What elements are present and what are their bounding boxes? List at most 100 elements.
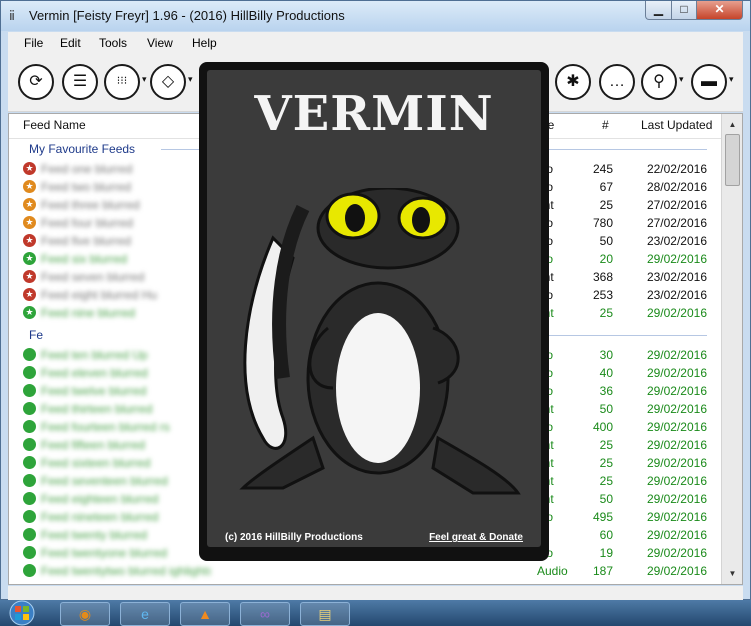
feed-name: Feed twelve blurred xyxy=(41,384,147,397)
feed-count: 25 xyxy=(599,306,613,320)
feed-last-updated: 23/02/2016 xyxy=(646,288,707,302)
column-count[interactable]: # xyxy=(602,118,609,138)
drop-icon[interactable]: ◇ xyxy=(150,64,186,100)
menu-edit[interactable]: Edit xyxy=(60,36,81,50)
feed-name: Feed two blurred xyxy=(41,180,132,193)
minimize-button[interactable]: ▁ xyxy=(645,1,672,20)
star-badge-icon: ★ xyxy=(23,234,36,247)
feed-count: 30 xyxy=(599,348,613,362)
menu-help[interactable]: Help xyxy=(192,36,217,50)
menu-tools[interactable]: Tools xyxy=(99,36,127,50)
refresh-icon[interactable]: ⟳ xyxy=(18,64,54,100)
database-icon[interactable]: ☰ xyxy=(62,64,98,100)
status-dot-icon xyxy=(23,420,36,433)
feed-name: Feed three blurred xyxy=(41,198,140,211)
feed-count: 25 xyxy=(599,198,613,212)
vertical-scrollbar[interactable]: ▲ ▼ xyxy=(721,114,742,584)
feed-name: Feed nine blurred xyxy=(41,306,136,319)
feed-last-updated: 29/02/2016 xyxy=(646,564,707,578)
visual-studio-icon[interactable]: ∞ xyxy=(240,602,290,626)
outlook-icon[interactable]: ◉ xyxy=(60,602,110,626)
star-badge-icon: ★ xyxy=(23,162,36,175)
scroll-up-icon[interactable]: ▲ xyxy=(724,116,741,133)
status-dot-icon xyxy=(23,564,36,577)
feed-last-updated: 27/02/2016 xyxy=(646,198,707,212)
feed-count: 40 xyxy=(599,366,613,380)
close-button[interactable]: ✕ xyxy=(696,1,743,20)
splash-dialog[interactable]: VERMIN (c) 2016 HillBilly Productions Fe… xyxy=(199,62,549,561)
feed-count: 25 xyxy=(599,474,613,488)
scroll-thumb[interactable] xyxy=(725,134,740,186)
title-bar[interactable]: ⅱ Vermin [Feisty Freyr] 1.96 - (2016) Hi… xyxy=(1,1,750,31)
gear-icon[interactable]: ✱ xyxy=(555,64,591,100)
feed-count: 50 xyxy=(599,234,613,248)
feed-name: Feed thirteen blurred xyxy=(41,402,153,415)
explorer-icon[interactable]: ▤ xyxy=(300,602,350,626)
star-badge-icon: ★ xyxy=(23,252,36,265)
feed-last-updated: 29/02/2016 xyxy=(646,510,707,524)
status-dot-icon xyxy=(23,384,36,397)
feed-last-updated: 29/02/2016 xyxy=(646,420,707,434)
feed-name: Feed five blurred xyxy=(41,234,132,247)
feed-name: Feed twentyone blurred xyxy=(41,546,168,559)
feed-count: 253 xyxy=(592,288,613,302)
menu-view[interactable]: View xyxy=(147,36,173,50)
status-dot-icon xyxy=(23,528,36,541)
feed-count: 187 xyxy=(592,564,613,578)
feed-type: Audio xyxy=(537,564,568,578)
status-bar xyxy=(8,586,743,600)
feed-name: Feed ten blurred Up xyxy=(41,348,148,361)
feed-name: Feed eight blurred Hu xyxy=(41,288,158,301)
group-header-feeds[interactable]: Fe xyxy=(29,328,43,342)
feed-count: 368 xyxy=(592,270,613,284)
feed-last-updated: 29/02/2016 xyxy=(646,402,707,416)
feed-count: 50 xyxy=(599,402,613,416)
scroll-down-icon[interactable]: ▼ xyxy=(724,565,741,582)
feed-last-updated: 27/02/2016 xyxy=(646,216,707,230)
feed-last-updated: 23/02/2016 xyxy=(646,234,707,248)
feed-last-updated: 29/02/2016 xyxy=(646,306,707,320)
chat-icon[interactable]: … xyxy=(599,64,635,100)
chevron-down-icon[interactable]: ▾ xyxy=(679,74,684,85)
status-dot-icon xyxy=(23,546,36,559)
book-icon[interactable]: ▬ xyxy=(691,64,727,100)
feed-count: 60 xyxy=(599,528,613,542)
donate-link[interactable]: Feel great & Donate xyxy=(429,532,523,543)
ie-icon[interactable]: e xyxy=(120,602,170,626)
maximize-button[interactable]: □ xyxy=(671,1,697,20)
search-icon[interactable]: ⚲ xyxy=(641,64,677,100)
star-badge-icon: ★ xyxy=(23,180,36,193)
vlc-icon[interactable]: ▲ xyxy=(180,602,230,626)
feed-count: 20 xyxy=(599,252,613,266)
feed-name: Feed seven blurred xyxy=(41,270,145,283)
feed-count: 67 xyxy=(599,180,613,194)
feed-name: Feed four blurred xyxy=(41,216,134,229)
feed-last-updated: 23/02/2016 xyxy=(646,270,707,284)
menu-file[interactable]: File xyxy=(24,36,43,50)
feed-row[interactable]: Feed twentytwo blurred ighlights) Audio 18… xyxy=(9,562,721,580)
feed-last-updated: 29/02/2016 xyxy=(646,492,707,506)
group-divider xyxy=(539,335,707,336)
feed-count: 780 xyxy=(592,216,613,230)
status-dot-icon xyxy=(23,348,36,361)
app-icon: ⅱ xyxy=(9,8,15,23)
status-dot-icon xyxy=(23,492,36,505)
feed-last-updated: 29/02/2016 xyxy=(646,546,707,560)
feed-name: Feed seventeen blurred xyxy=(41,474,168,487)
feed-name: Feed eighteen blurred xyxy=(41,492,159,505)
copyright-text: (c) 2016 HillBilly Productions xyxy=(225,532,363,543)
feed-last-updated: 29/02/2016 xyxy=(646,528,707,542)
status-dot-icon xyxy=(23,474,36,487)
chevron-down-icon[interactable]: ▾ xyxy=(729,74,734,85)
group-header-favourites[interactable]: My Favourite Feeds xyxy=(29,142,135,156)
column-last-updated[interactable]: Last Updated xyxy=(641,118,712,138)
chevron-down-icon[interactable]: ▾ xyxy=(142,74,147,85)
column-feed-name[interactable]: Feed Name xyxy=(23,118,86,138)
windows-start-icon[interactable] xyxy=(0,600,48,626)
star-badge-icon: ★ xyxy=(23,306,36,319)
menu-bar: File Edit Tools View Help xyxy=(8,32,743,54)
feed-last-updated: 29/02/2016 xyxy=(646,384,707,398)
chevron-down-icon[interactable]: ▾ xyxy=(188,74,193,85)
feed-name: Feed one blurred xyxy=(41,162,133,175)
grid-icon[interactable]: ⁝⁝⁝ xyxy=(104,64,140,100)
